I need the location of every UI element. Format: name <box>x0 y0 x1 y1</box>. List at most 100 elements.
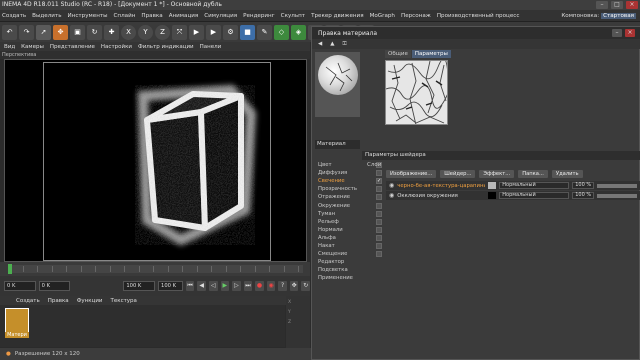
menu-render[interactable]: Рендеринг <box>243 13 275 19</box>
next-frame-icon[interactable]: ▷ <box>232 281 241 291</box>
render-picture-icon[interactable]: ▶ <box>206 24 221 40</box>
tab-general[interactable]: Общие <box>385 50 411 58</box>
layers-header[interactable]: Слои <box>362 161 640 169</box>
timeline-track[interactable] <box>8 265 303 273</box>
channel-checkbox[interactable] <box>376 226 382 233</box>
timeline[interactable] <box>0 262 310 276</box>
menu-pipeline[interactable]: Производственный процесс <box>437 13 520 19</box>
menu-character[interactable]: Персонаж <box>401 13 431 19</box>
menu-create[interactable]: Создать <box>2 13 26 19</box>
channel-checkbox[interactable] <box>376 242 382 249</box>
keyframe-icon[interactable]: ? <box>278 281 287 291</box>
rotate-icon[interactable]: ↻ <box>87 24 102 40</box>
go-start-icon[interactable]: ⏮ <box>185 281 195 291</box>
menu-simulation[interactable]: Симуляция <box>204 13 237 19</box>
minimize-button[interactable]: – <box>596 1 608 9</box>
vp-menu-filter[interactable]: Фильтр индикации <box>138 44 194 50</box>
layer-opacity[interactable]: 100 % <box>572 182 595 189</box>
channel-item[interactable]: Нормали <box>312 226 386 234</box>
channel-checkbox[interactable] <box>376 202 382 209</box>
channel-checkbox[interactable] <box>376 170 382 177</box>
folder-button[interactable]: Папка... <box>518 169 548 178</box>
menu-select[interactable]: Выделить <box>32 13 61 19</box>
menu-edit[interactable]: Правка <box>141 13 162 19</box>
menu-tools[interactable]: Инструменты <box>68 13 108 19</box>
channel-checkbox[interactable] <box>376 186 382 193</box>
layer-blend-mode[interactable]: Нормальный <box>499 182 570 189</box>
channel-checkbox[interactable] <box>376 210 382 217</box>
prev-frame-icon[interactable]: ◁ <box>208 281 218 291</box>
add-object-icon[interactable]: ✚ <box>104 24 119 40</box>
start-frame-field[interactable]: 0 K <box>4 281 36 291</box>
menu-mesh[interactable]: Сплайн <box>114 13 136 19</box>
layer-opacity-slider[interactable] <box>597 193 638 198</box>
vp-menu-options[interactable]: Настройки <box>101 44 132 50</box>
material-preview[interactable] <box>315 52 360 117</box>
material-editor-titlebar[interactable]: Правка материала <box>312 27 640 39</box>
channel-checkbox[interactable] <box>376 218 382 225</box>
layout-selector[interactable]: Компоновка: Стартовая <box>561 10 636 22</box>
layer-blend-mode[interactable]: Нормальный <box>499 192 570 199</box>
delete-button[interactable]: Удалить <box>551 169 583 178</box>
texture-preview[interactable] <box>385 60 448 125</box>
menu-tracker[interactable]: Трекер движения <box>311 13 364 19</box>
mat-menu-edit[interactable]: Правка <box>48 298 69 304</box>
vp-menu-display[interactable]: Представление <box>50 44 95 50</box>
axis-z-button[interactable]: Z <box>155 24 170 40</box>
subdivision-icon[interactable]: ◇ <box>274 24 289 40</box>
channel-item[interactable]: Окружение <box>312 201 386 209</box>
vp-menu-view[interactable]: Вид <box>4 44 15 50</box>
go-end-icon[interactable]: ⏭ <box>243 281 253 291</box>
move-icon[interactable]: ✥ <box>53 24 68 40</box>
me-up-icon[interactable]: ▲ <box>330 41 334 47</box>
channel-checkbox[interactable] <box>376 234 382 241</box>
pen-icon[interactable]: ✎ <box>257 24 272 40</box>
menu-mograph[interactable]: MoGraph <box>370 13 395 19</box>
channel-item[interactable]: Альфа <box>312 234 386 242</box>
scale-icon[interactable]: ▣ <box>70 24 85 40</box>
coord-system-icon[interactable]: ⤧ <box>172 24 187 40</box>
me-lock-icon[interactable]: ⚿ <box>342 41 346 48</box>
mat-menu-functions[interactable]: Функции <box>77 298 103 304</box>
channel-item[interactable]: Подсветка <box>312 266 386 274</box>
image-button[interactable]: Изображение... <box>386 169 437 178</box>
max-frame-field[interactable]: 100 K <box>158 281 183 291</box>
redo-icon[interactable]: ↷ <box>19 24 34 40</box>
close-button[interactable]: × <box>626 1 638 9</box>
channel-checkbox[interactable] <box>376 194 382 201</box>
layer-opacity[interactable]: 100 % <box>572 192 595 199</box>
axis-x-button[interactable]: X <box>121 24 136 40</box>
channel-checkbox[interactable]: ✓ <box>376 178 382 185</box>
eye-icon[interactable]: ◉ <box>389 182 394 189</box>
channel-item[interactable]: Туман <box>312 210 386 218</box>
end-frame-field[interactable]: 100 K <box>123 281 156 291</box>
menu-animation[interactable]: Анимация <box>169 13 199 19</box>
layout-value[interactable]: Стартовая <box>601 13 636 19</box>
me-minimize-button[interactable]: – <box>612 29 622 37</box>
material-thumbnail-label[interactable]: Матери <box>5 332 29 338</box>
channel-item[interactable]: Диффузия <box>312 169 386 177</box>
channel-item[interactable]: Отражение <box>312 193 386 201</box>
menu-sculpt[interactable]: Скульпт <box>281 13 305 19</box>
channel-item[interactable]: Редактор <box>312 258 386 266</box>
shader-button[interactable]: Шейдер... <box>440 169 476 178</box>
position-key-icon[interactable]: ✥ <box>289 281 299 291</box>
render-view-icon[interactable]: ▶ <box>189 24 204 40</box>
effect-button[interactable]: Эффект... <box>479 169 515 178</box>
me-close-button[interactable]: × <box>625 29 635 37</box>
layer-row-ao[interactable]: ◉ Окклюзия окружения Нормальный 100 % <box>386 191 640 200</box>
prev-key-icon[interactable]: ◀ <box>197 281 206 291</box>
undo-icon[interactable]: ↶ <box>2 24 17 40</box>
layer-opacity-slider[interactable] <box>597 183 638 188</box>
record-icon[interactable]: ● <box>255 281 264 291</box>
array-icon[interactable]: ◈ <box>291 24 306 40</box>
rotation-key-icon[interactable]: ↻ <box>301 281 311 291</box>
layer-row-texture[interactable]: ◉ черно-бе-ая-текстура-царапины Нормальн… <box>386 181 640 190</box>
channel-checkbox[interactable] <box>376 251 382 258</box>
autokey-icon[interactable]: ◉ <box>266 281 276 291</box>
mat-menu-create[interactable]: Создать <box>16 298 40 304</box>
mat-menu-texture[interactable]: Текстура <box>111 298 137 304</box>
channel-item[interactable]: Применение <box>312 274 386 282</box>
channel-item[interactable]: Накат <box>312 242 386 250</box>
channel-item[interactable]: Рельеф <box>312 218 386 226</box>
